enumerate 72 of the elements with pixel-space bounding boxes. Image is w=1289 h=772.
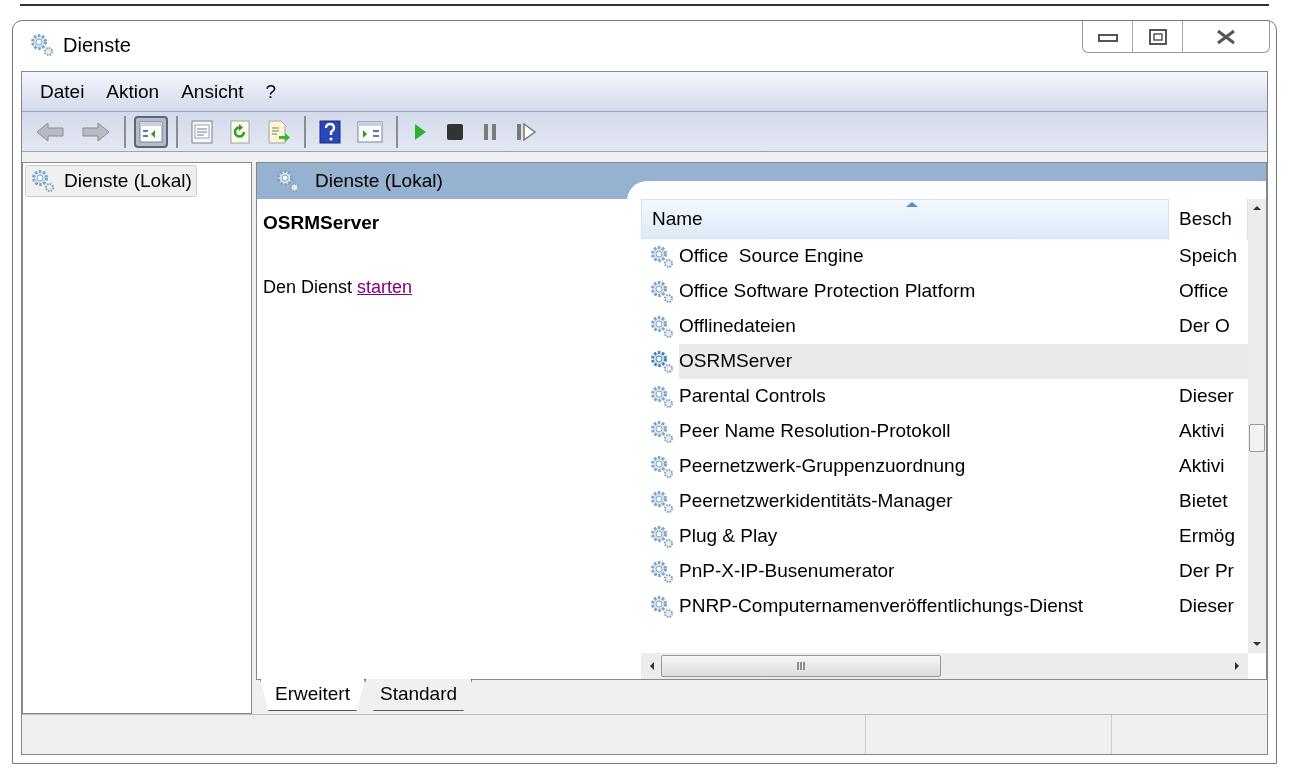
gear-icon: [30, 168, 56, 194]
description-cell-text: Bietet: [1179, 489, 1228, 514]
vertical-scrollbar[interactable]: [1248, 199, 1266, 653]
service-row[interactable]: OSRMServer: [641, 344, 1248, 379]
gear-icon: [275, 168, 301, 194]
panel-title: Dienste (Lokal): [315, 168, 443, 193]
gear-icon: [649, 383, 675, 410]
gear-icon: [649, 593, 675, 620]
gear-icon: [649, 418, 675, 445]
start-link[interactable]: starten: [357, 276, 413, 297]
close-icon: [1215, 28, 1237, 45]
minimize-icon: [1097, 31, 1118, 42]
service-name-cell-text: PnP-X-IP-Busenumerator: [679, 559, 896, 584]
scroll-up-arrow-icon[interactable]: [1252, 205, 1262, 211]
gear-icon: [649, 523, 675, 550]
scroll-down-arrow-icon[interactable]: [1252, 641, 1262, 647]
description-cell-text: Speich: [1179, 244, 1238, 269]
gear-icon: [649, 453, 675, 480]
action-text: Den Dienst starten: [263, 275, 414, 299]
description-cell-text: Ermög: [1179, 524, 1235, 549]
description-cell-text: Dieser: [1179, 594, 1234, 619]
service-row[interactable]: Peer Name Resolution-Protokoll Aktivi: [641, 414, 1248, 449]
service-name-cell-text: Plug & Play: [679, 524, 779, 549]
scroll-thumb[interactable]: [1249, 424, 1265, 452]
service-row[interactable]: Parental Controls Dieser: [641, 379, 1248, 414]
view-tab[interactable]: Standard: [364, 679, 473, 711]
column-header[interactable]: Name: [641, 199, 1169, 239]
service-row[interactable]: Office Software Protection Platform Office: [641, 274, 1248, 309]
gear-icon: [649, 278, 675, 305]
service-row[interactable]: Office Source Engine Speich: [641, 239, 1248, 274]
service-name-cell-text: Peer Name Resolution-Protokoll: [679, 419, 952, 444]
menu-item[interactable]: Ansicht: [173, 78, 252, 107]
scroll-thumb[interactable]: [661, 655, 941, 677]
service-row[interactable]: Offlinedateien Der O: [641, 309, 1248, 344]
service-name-cell-text: Office Source Engine: [679, 244, 865, 269]
window-title: Dienste: [63, 33, 131, 58]
grip-icon: [796, 661, 806, 671]
gear-icon: [649, 243, 675, 270]
gear-icon: [649, 488, 675, 515]
service-name-cell-text: Offlinedateien: [679, 314, 797, 339]
menu-item[interactable]: Datei: [32, 78, 93, 107]
service-row[interactable]: PNRP-Computernamenveröffentlichungs-Dienst Dieser: [641, 589, 1248, 624]
horizontal-scrollbar[interactable]: [641, 653, 1248, 679]
service-row[interactable]: Peernetzwerk-Gruppenzuordnung Aktivi: [641, 449, 1248, 484]
gear-icon: [649, 558, 675, 585]
tree-item[interactable]: Dienste (Lokal): [25, 165, 197, 197]
gear-icon: [649, 348, 675, 375]
sort-arrow-icon: [905, 201, 919, 208]
view-tab[interactable]: Erweitert: [260, 679, 365, 711]
service-name-cell: OSRMServer: [679, 344, 1169, 379]
gear-icon: [649, 313, 675, 340]
menu-item[interactable]: ?: [257, 78, 285, 107]
description-cell-text: Office: [1179, 279, 1229, 304]
service-name-cell-text: Peernetzwerk-Gruppenzuordnung: [679, 454, 967, 479]
description-cell-text: Aktivi: [1179, 454, 1225, 479]
description-cell-text: Dieser: [1179, 384, 1234, 409]
description-cell-text: Der Pr: [1179, 559, 1234, 584]
service-name-cell-text: Peernetzwerkidentitäts-Manager: [679, 489, 954, 514]
service-row[interactable]: Plug & Play Ermög: [641, 519, 1248, 554]
service-name-cell-text: Parental Controls: [679, 384, 827, 409]
service-name-cell-text: Office Software Protection Platform: [679, 279, 977, 304]
service-name: OSRMServer: [263, 211, 381, 235]
maximize-icon: [1148, 28, 1167, 45]
description-cell-text: Aktivi: [1179, 419, 1225, 444]
service-name-cell-text: PNRP-Computernamenveröffentlichungs-Dienst: [679, 594, 1085, 619]
service-row[interactable]: PnP-X-IP-Busenumerator Der Pr: [641, 554, 1248, 589]
description-cell-text: Der O: [1179, 314, 1230, 339]
scroll-left-arrow-icon[interactable]: [649, 661, 655, 671]
menu-item[interactable]: Aktion: [98, 78, 168, 107]
service-row[interactable]: Peernetzwerkidentitäts-Manager Bietet: [641, 484, 1248, 519]
scroll-right-arrow-icon[interactable]: [1234, 661, 1240, 671]
app-gear-icon: [29, 32, 55, 58]
